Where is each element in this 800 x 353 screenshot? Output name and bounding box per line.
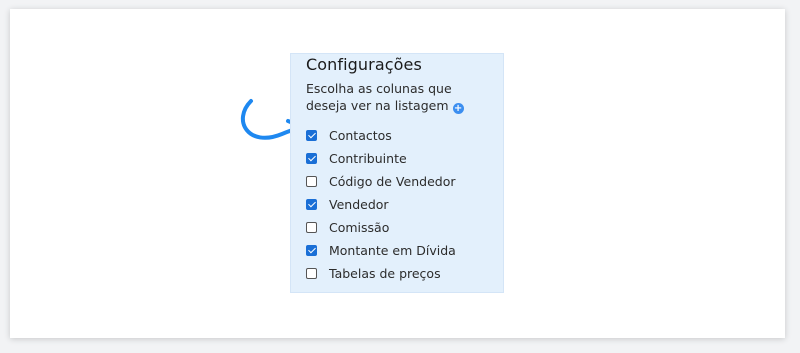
checkbox-comissao[interactable] bbox=[306, 222, 317, 233]
option-vendedor[interactable]: Vendedor bbox=[306, 193, 456, 216]
option-label: Vendedor bbox=[329, 197, 389, 212]
settings-title: Configurações bbox=[306, 55, 422, 74]
option-tabelas-de-precos[interactable]: Tabelas de preços bbox=[306, 262, 456, 285]
option-label: Contactos bbox=[329, 128, 392, 143]
option-label: Comissão bbox=[329, 220, 390, 235]
option-contribuinte[interactable]: Contribuinte bbox=[306, 147, 456, 170]
settings-description: Escolha as colunas que deseja ver na lis… bbox=[306, 80, 496, 114]
plus-circle-icon[interactable]: + bbox=[452, 103, 464, 114]
option-comissao[interactable]: Comissão bbox=[306, 216, 456, 239]
checkbox-vendedor[interactable] bbox=[306, 199, 317, 210]
checkbox-tabelas-de-precos[interactable] bbox=[306, 268, 317, 279]
column-options-list: Contactos Contribuinte Código de Vendedo… bbox=[306, 124, 456, 285]
checkbox-montante-em-divida[interactable] bbox=[306, 245, 317, 256]
option-label: Contribuinte bbox=[329, 151, 407, 166]
option-label: Código de Vendedor bbox=[329, 174, 456, 189]
checkbox-codigo-de-vendedor[interactable] bbox=[306, 176, 317, 187]
option-codigo-de-vendedor[interactable]: Código de Vendedor bbox=[306, 170, 456, 193]
checkbox-contribuinte[interactable] bbox=[306, 153, 317, 164]
option-label: Tabelas de preços bbox=[329, 266, 441, 281]
option-label: Montante em Dívida bbox=[329, 243, 456, 258]
option-contactos[interactable]: Contactos bbox=[306, 124, 456, 147]
option-montante-em-divida[interactable]: Montante em Dívida bbox=[306, 239, 456, 262]
settings-description-text: Escolha as colunas que deseja ver na lis… bbox=[306, 81, 452, 113]
column-settings-panel: Configurações Escolha as colunas que des… bbox=[290, 53, 504, 293]
checkbox-contactos[interactable] bbox=[306, 130, 317, 141]
